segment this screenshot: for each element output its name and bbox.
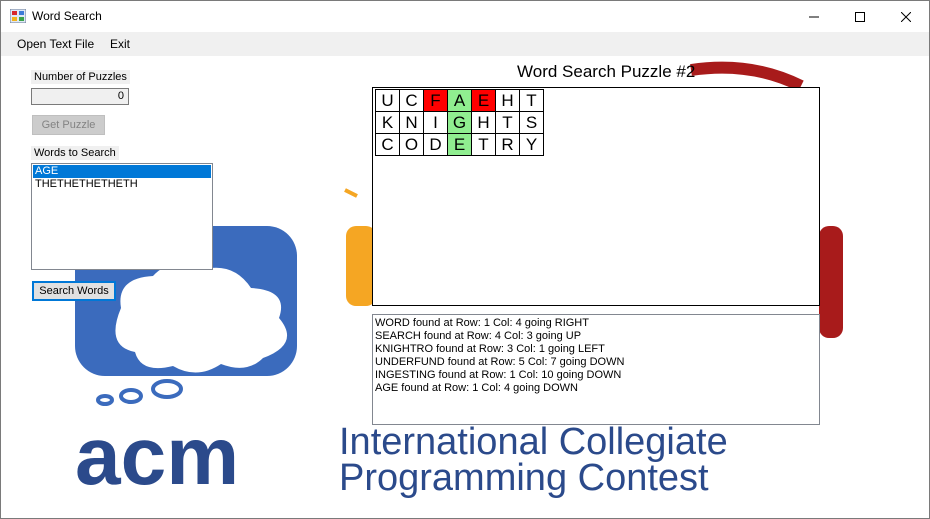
- grid-cell: C: [400, 90, 424, 112]
- grid-cell: E: [448, 134, 472, 156]
- result-line: SEARCH found at Row: 4 Col: 3 going UP: [375, 330, 582, 342]
- red-block-shape: [819, 226, 843, 338]
- words-to-search-label: Words to Search: [31, 146, 119, 160]
- grid-cell: C: [376, 134, 400, 156]
- search-words-button[interactable]: Search Words: [32, 281, 116, 301]
- grid-cell: K: [376, 112, 400, 134]
- maximize-button[interactable]: [837, 1, 883, 32]
- grid-cell: U: [376, 90, 400, 112]
- list-item[interactable]: THETHETHETHETH: [33, 178, 211, 191]
- window-title: Word Search: [32, 9, 102, 23]
- close-button[interactable]: [883, 1, 929, 32]
- get-puzzle-button[interactable]: Get Puzzle: [32, 115, 105, 135]
- puzzle-title: Word Search Puzzle #2: [517, 62, 696, 81]
- result-line: INGESTING found at Row: 1 Col: 10 going …: [375, 369, 622, 381]
- close-icon: [901, 11, 911, 22]
- grid-cell: D: [424, 134, 448, 156]
- grid-cell: T: [472, 134, 496, 156]
- grid-cell: T: [496, 112, 520, 134]
- app-window: Word Search Open Text File Exit acm Inte…: [0, 0, 930, 519]
- grid-cell: I: [424, 112, 448, 134]
- number-of-puzzles-field[interactable]: 0: [31, 88, 129, 105]
- grid-cell: H: [496, 90, 520, 112]
- title-bar[interactable]: Word Search: [1, 1, 929, 32]
- grid-cell: Y: [520, 134, 544, 156]
- client-area: acm International Collegiate Programming…: [1, 56, 929, 518]
- grid-cell: N: [400, 112, 424, 134]
- grid-cell: H: [472, 112, 496, 134]
- acm-logo-text: acm: [75, 411, 239, 502]
- grid-cell: S: [520, 112, 544, 134]
- red-arc-shape: [690, 61, 804, 92]
- list-item[interactable]: AGE: [33, 165, 211, 178]
- menu-open-text-file[interactable]: Open Text File: [17, 37, 94, 51]
- menu-bar: Open Text File Exit: [1, 32, 929, 56]
- grid-cell: F: [424, 90, 448, 112]
- number-of-puzzles-label: Number of Puzzles: [31, 70, 130, 84]
- icpc-line2-text: Programming Contest: [339, 457, 709, 499]
- grid-cell: A: [448, 90, 472, 112]
- grid-row: CODETRY: [376, 134, 544, 156]
- result-line: WORD found at Row: 1 Col: 4 going RIGHT: [375, 317, 589, 329]
- minimize-button[interactable]: [791, 1, 837, 32]
- grid-cell: E: [472, 90, 496, 112]
- grid-cell: T: [520, 90, 544, 112]
- results-textbox[interactable]: WORD found at Row: 1 Col: 4 going RIGHT S…: [372, 314, 820, 425]
- result-line: UNDERFUND found at Row: 5 Col: 7 going D…: [375, 356, 625, 368]
- app-icon: [10, 9, 26, 23]
- menu-exit[interactable]: Exit: [110, 37, 130, 51]
- grid-cell: R: [496, 134, 520, 156]
- yellow-spark-shape: [344, 188, 358, 198]
- letter-grid: UCFAEHTKNIGHTSCODETRY: [375, 89, 544, 156]
- result-line: AGE found at Row: 1 Col: 4 going DOWN: [375, 382, 578, 394]
- maximize-icon: [855, 11, 865, 22]
- grid-row: KNIGHTS: [376, 112, 544, 134]
- puzzle-panel: UCFAEHTKNIGHTSCODETRY: [372, 87, 820, 306]
- grid-row: UCFAEHT: [376, 90, 544, 112]
- result-line: KNIGHTRO found at Row: 3 Col: 1 going LE…: [375, 343, 605, 355]
- words-listbox[interactable]: AGE THETHETHETHETH: [31, 163, 213, 270]
- grid-cell: O: [400, 134, 424, 156]
- minimize-icon: [809, 16, 819, 17]
- grid-cell: G: [448, 112, 472, 134]
